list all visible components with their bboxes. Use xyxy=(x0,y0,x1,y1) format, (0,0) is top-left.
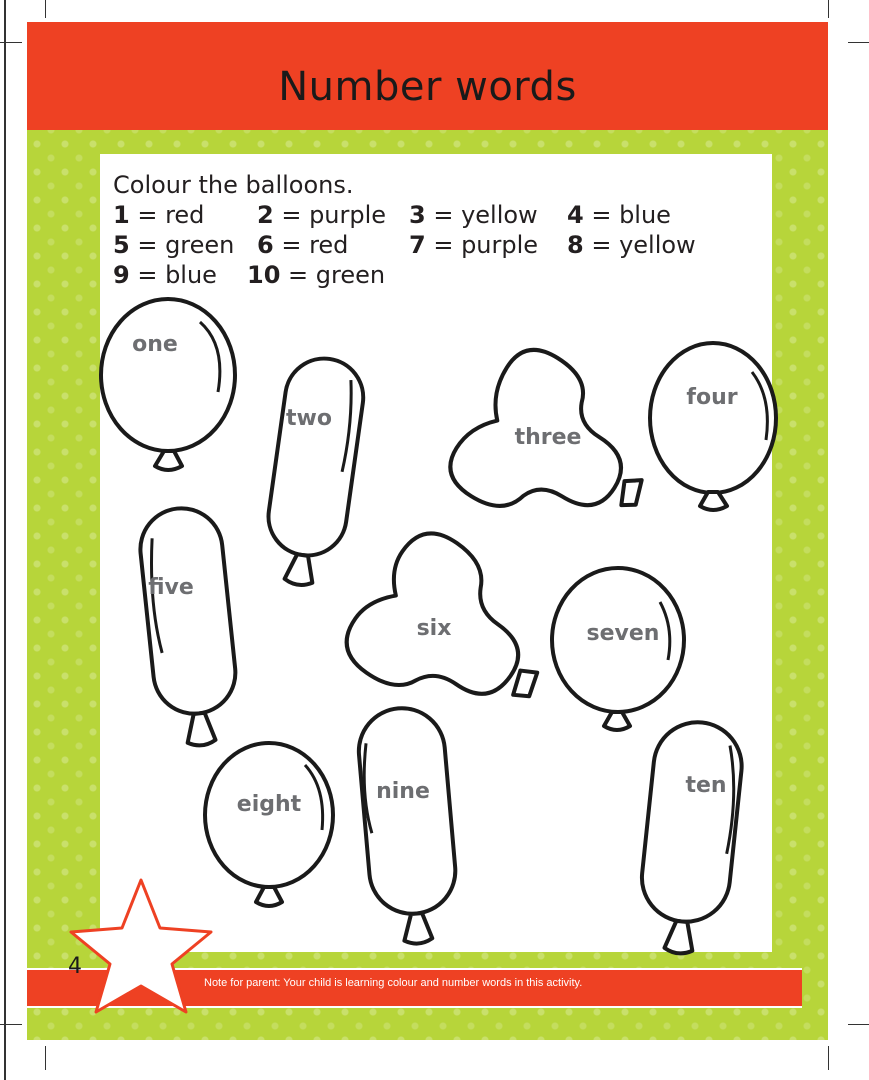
balloon-label-five: five xyxy=(148,575,194,600)
star-icon xyxy=(69,878,213,1014)
balloon-nine[interactable] xyxy=(355,705,461,948)
balloon-five[interactable] xyxy=(136,504,242,749)
balloon-label-ten: ten xyxy=(685,773,726,798)
balloon-ten[interactable] xyxy=(634,718,746,958)
balloon-label-eight: eight xyxy=(237,792,302,817)
balloon-three[interactable] xyxy=(439,338,680,573)
page-number: 4 xyxy=(68,954,82,979)
balloon-label-three: three xyxy=(515,425,582,450)
balloon-eight[interactable] xyxy=(203,741,335,908)
balloon-four[interactable] xyxy=(648,341,778,512)
balloon-label-nine: nine xyxy=(376,779,430,804)
balloon-seven[interactable] xyxy=(550,566,686,732)
balloon-two[interactable] xyxy=(259,354,368,591)
balloon-label-seven: seven xyxy=(587,621,660,646)
balloon-label-four: four xyxy=(686,385,737,410)
balloon-one[interactable] xyxy=(99,297,237,472)
parent-note: Note for parent: Your child is learning … xyxy=(204,977,583,989)
balloon-label-one: one xyxy=(132,332,178,357)
balloon-label-six: six xyxy=(417,616,452,641)
balloon-label-two: two xyxy=(286,406,332,431)
